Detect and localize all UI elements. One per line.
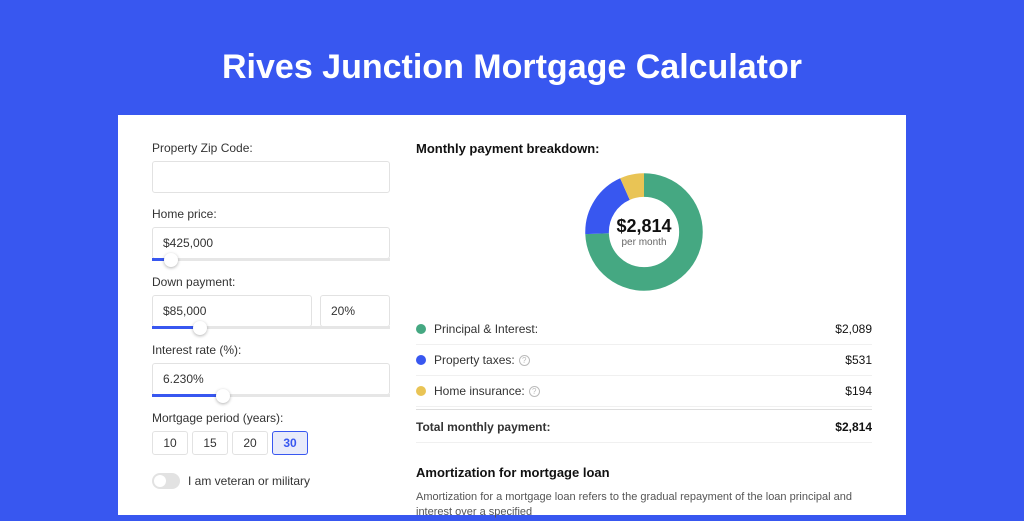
breakdown-row-taxes: Property taxes: ? $531 xyxy=(416,345,872,376)
zip-input[interactable] xyxy=(152,161,390,193)
slider-thumb[interactable] xyxy=(193,321,207,335)
row-label: Home insurance: ? xyxy=(434,384,845,398)
info-icon[interactable]: ? xyxy=(529,386,540,397)
slider-thumb[interactable] xyxy=(164,253,178,267)
home-price-label: Home price: xyxy=(152,207,390,221)
amortization-title: Amortization for mortgage loan xyxy=(416,465,872,480)
total-value: $2,814 xyxy=(835,420,872,434)
amortization-text: Amortization for a mortgage loan refers … xyxy=(416,490,872,521)
donut-chart: $2,814 per month xyxy=(582,170,706,294)
down-payment-input[interactable] xyxy=(152,295,312,327)
period-btn-15[interactable]: 15 xyxy=(192,431,228,455)
zip-label: Property Zip Code: xyxy=(152,141,390,155)
period-btn-10[interactable]: 10 xyxy=(152,431,188,455)
period-btn-30[interactable]: 30 xyxy=(272,431,308,455)
interest-slider[interactable] xyxy=(152,394,390,397)
donut-label: per month xyxy=(616,237,671,248)
donut-amount: $2,814 xyxy=(616,216,671,237)
row-label: Principal & Interest: xyxy=(434,322,835,336)
down-payment-slider[interactable] xyxy=(152,326,390,329)
period-label: Mortgage period (years): xyxy=(152,411,390,425)
row-label: Property taxes: ? xyxy=(434,353,845,367)
row-value: $2,089 xyxy=(835,322,872,336)
down-payment-label: Down payment: xyxy=(152,275,390,289)
results-panel: Monthly payment breakdown: $2,814 per mo… xyxy=(416,141,872,515)
amortization-section: Amortization for mortgage loan Amortizat… xyxy=(416,465,872,521)
breakdown-row-total: Total monthly payment: $2,814 xyxy=(416,409,872,443)
dot-icon xyxy=(416,324,426,334)
veteran-toggle[interactable] xyxy=(152,473,180,489)
row-value: $531 xyxy=(845,353,872,367)
home-price-input[interactable] xyxy=(152,227,390,259)
total-label: Total monthly payment: xyxy=(416,420,835,434)
page-title: Rives Junction Mortgage Calculator xyxy=(222,48,802,87)
calculator-card: Property Zip Code: Home price: Down paym… xyxy=(118,115,906,515)
toggle-knob xyxy=(154,475,166,487)
down-payment-pct-input[interactable] xyxy=(320,295,390,327)
breakdown-row-principal: Principal & Interest: $2,089 xyxy=(416,314,872,345)
slider-thumb[interactable] xyxy=(216,389,230,403)
period-group: 10 15 20 30 xyxy=(152,431,390,455)
row-value: $194 xyxy=(845,384,872,398)
interest-input[interactable] xyxy=(152,363,390,395)
home-price-slider[interactable] xyxy=(152,258,390,261)
breakdown-row-insurance: Home insurance: ? $194 xyxy=(416,376,872,407)
interest-label: Interest rate (%): xyxy=(152,343,390,357)
info-icon[interactable]: ? xyxy=(519,355,530,366)
dot-icon xyxy=(416,355,426,365)
period-btn-20[interactable]: 20 xyxy=(232,431,268,455)
veteran-label: I am veteran or military xyxy=(188,474,310,488)
breakdown-title: Monthly payment breakdown: xyxy=(416,141,872,156)
dot-icon xyxy=(416,386,426,396)
form-panel: Property Zip Code: Home price: Down paym… xyxy=(152,141,390,515)
